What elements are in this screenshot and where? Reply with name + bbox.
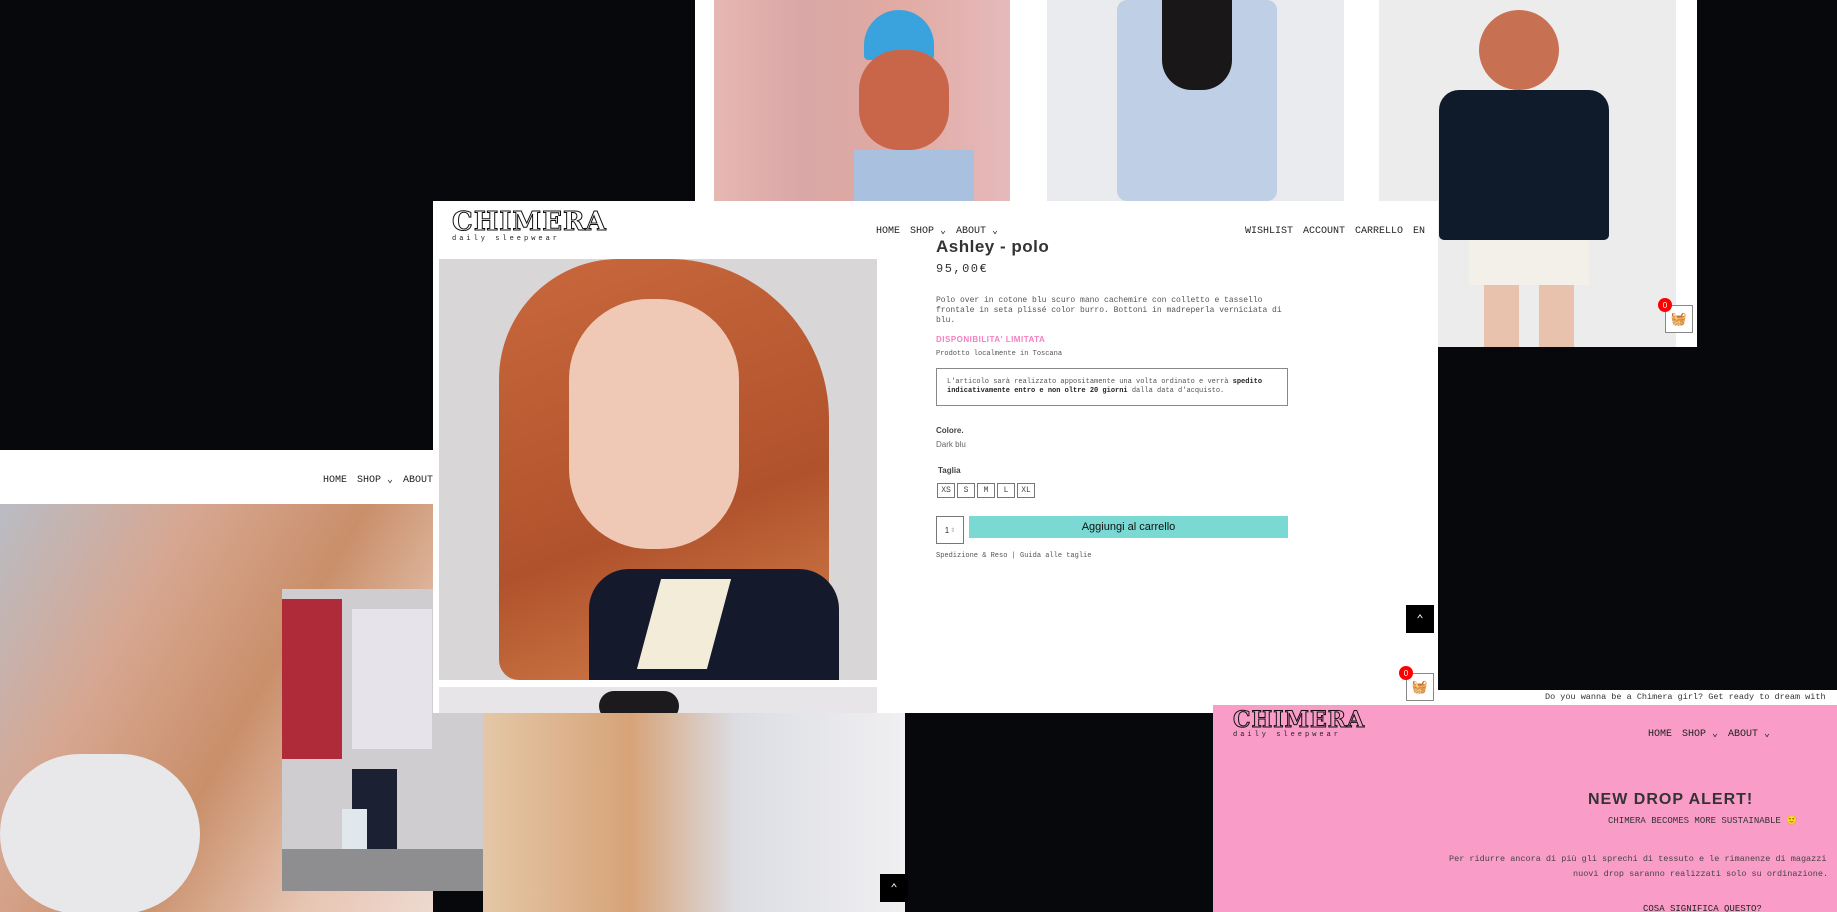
scroll-top-button[interactable]: ⌃ [880, 874, 908, 902]
product-title: Ashley - polo [936, 237, 1050, 256]
account-link[interactable]: ACCOUNT [1303, 226, 1345, 237]
promo-nav: HOME SHOP ⌄ ABOUT ⌄ [1643, 723, 1775, 741]
size-option-xl[interactable]: XL [1017, 483, 1035, 498]
size-option-s[interactable]: S [957, 483, 975, 498]
product-details: Ashley - polo 95,00€ Polo over in cotone… [936, 237, 1288, 560]
size-options: XS S M L XL [937, 479, 1288, 498]
nav-shop[interactable]: SHOP ⌄ [357, 475, 393, 486]
chevron-up-icon: ⌃ [1416, 612, 1424, 627]
product-photo-back[interactable] [1047, 0, 1344, 201]
header-links: WISHLIST ACCOUNT CARRELLO EN [1240, 220, 1430, 238]
language-switch[interactable]: EN [1413, 226, 1425, 237]
nav-about[interactable]: ABOUT [403, 475, 433, 486]
scroll-top-button[interactable]: ⌃ [1406, 605, 1434, 633]
promo-title: NEW DROP ALERT! [1588, 791, 1754, 808]
main-nav: HOME SHOP ⌄ ABOUT ⌄ [871, 220, 1003, 238]
origin-text: Prodotto localmente in Toscana [936, 350, 1063, 358]
production-notice: L'articolo sarà realizzato appositamente… [936, 368, 1288, 406]
product-window: CHIMERA daily sleepwear HOME SHOP ⌄ ABOUT … [433, 201, 1438, 713]
size-option-l[interactable]: L [997, 483, 1015, 498]
nav-about[interactable]: ABOUT ⌄ [956, 226, 998, 237]
left-window: HOME SHOP ⌄ ABOUT ⌃ [0, 450, 908, 912]
announcement-bar: Do you wanna be a Chimera girl? Get read… [1438, 690, 1837, 705]
chevron-up-icon: ⌃ [890, 881, 898, 896]
add-to-cart-button[interactable]: Aggiungi al carrello [969, 516, 1288, 538]
quantity-stepper[interactable]: 1 ⇕ [936, 516, 964, 544]
size-label: Taglia [938, 466, 961, 475]
promo-window: CHIMERA daily sleepwear HOME SHOP ⌄ ABOUT … [1213, 705, 1837, 912]
cart-count-badge: 0 [1399, 666, 1413, 680]
product-photo-beanie[interactable] [714, 0, 1010, 201]
hair-photo [483, 713, 905, 912]
promo-body-2: nuovi drop saranno realizzati solo su or… [1573, 869, 1829, 879]
basket-icon: 🧺 [1670, 311, 1688, 327]
product-price: 95,00€ [936, 262, 989, 276]
product-main-image[interactable] [439, 259, 877, 680]
nav-shop[interactable]: SHOP ⌄ [910, 226, 946, 237]
availability-label: DISPONIBILITA' LIMITATA [936, 335, 1046, 344]
product-description: Polo over in cotone blu scuro mano cache… [936, 296, 1282, 325]
cart-link[interactable]: CARRELLO [1355, 226, 1403, 237]
nav-home[interactable]: HOME [1648, 729, 1672, 740]
nav-home[interactable]: HOME [323, 475, 347, 486]
color-value: Dark blu [936, 440, 966, 449]
cart-count-badge: 0 [1658, 298, 1672, 312]
shipping-size-links[interactable]: Spedizione & Reso | Guida alle taglie [936, 552, 1288, 560]
size-option-m[interactable]: M [977, 483, 995, 498]
wishlist-link[interactable]: WISHLIST [1245, 226, 1293, 237]
product-second-image[interactable] [439, 687, 877, 713]
logo[interactable]: CHIMERA daily sleepwear [452, 209, 607, 244]
black-gap [913, 713, 1213, 912]
promo-subtitle: CHIMERA BECOMES MORE SUSTAINABLE 🙂 [1608, 816, 1798, 826]
color-label: Colore. [936, 426, 964, 435]
nav-about[interactable]: ABOUT ⌄ [1728, 729, 1770, 740]
cart-button[interactable]: 🧺 0 [1658, 298, 1693, 333]
cart-button[interactable]: 🧺 0 [1399, 666, 1434, 701]
promo-question[interactable]: COSA SIGNIFICA QUESTO? [1643, 904, 1762, 912]
announcement-text: Do you wanna be a Chimera girl? Get read… [1545, 692, 1826, 702]
basket-icon: 🧺 [1411, 679, 1429, 695]
promo-body-1: Per ridurre ancora di più gli sprechi di… [1449, 854, 1827, 864]
logo[interactable]: CHIMERA daily sleepwear [1232, 709, 1365, 740]
nav-shop[interactable]: SHOP ⌄ [1682, 729, 1718, 740]
nav-home[interactable]: HOME [876, 226, 900, 237]
size-option-xs[interactable]: XS [937, 483, 955, 498]
left-nav: HOME SHOP ⌄ ABOUT [318, 469, 438, 487]
